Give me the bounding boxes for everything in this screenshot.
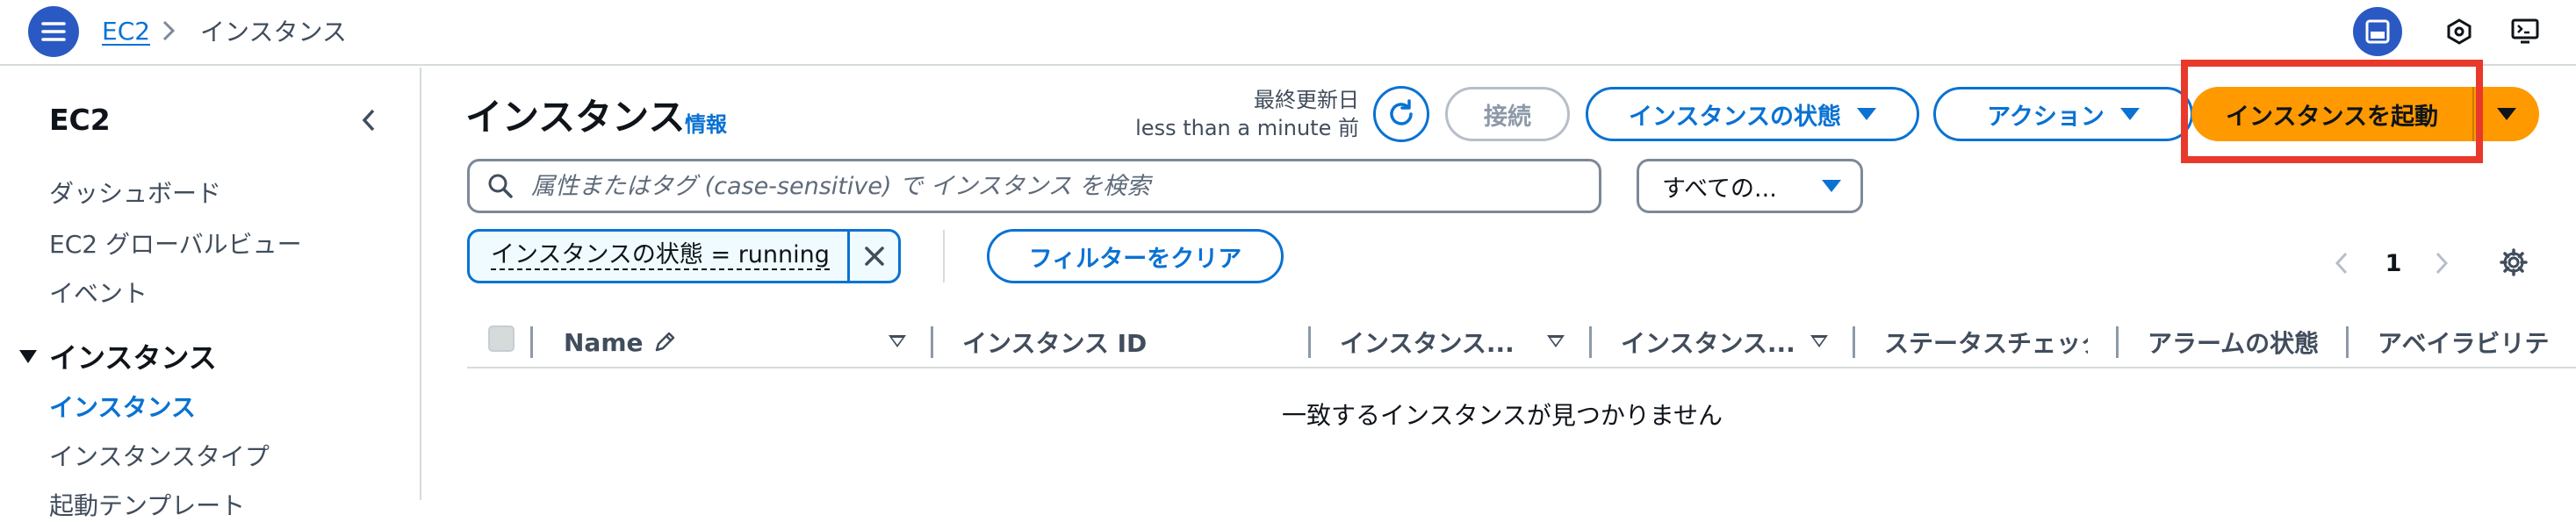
caret-down-icon xyxy=(2119,108,2140,120)
chevron-left-icon[interactable] xyxy=(351,103,386,138)
chevron-left-icon[interactable] xyxy=(2328,246,2355,281)
caret-down-icon[interactable] xyxy=(1547,335,1565,347)
info-link[interactable]: 情報 xyxy=(685,107,727,138)
page-number[interactable]: 1 xyxy=(2378,246,2409,281)
column-header-availability-zone[interactable]: アベイラビリテ xyxy=(2378,318,2576,367)
divider xyxy=(943,230,945,282)
screen-icon[interactable] xyxy=(2500,7,2550,56)
scope-select-value: すべての... xyxy=(1662,175,1777,203)
launch-dropdown-button[interactable] xyxy=(2472,87,2539,141)
column-header-instance-id[interactable]: インスタンス ID xyxy=(962,318,1252,367)
column-divider[interactable] xyxy=(1589,326,1592,358)
sidebar-title: EC2 xyxy=(49,103,111,137)
close-icon[interactable] xyxy=(847,232,898,281)
search-icon xyxy=(488,174,513,198)
caret-down-icon xyxy=(1856,108,1876,120)
actions-label: アクション xyxy=(1987,103,2105,131)
last-updated-label: 最終更新日 xyxy=(1254,88,1359,112)
refresh-icon xyxy=(1390,99,1413,125)
breadcrumb-ec2-link[interactable]: EC2 xyxy=(102,13,150,48)
column-divider[interactable] xyxy=(2116,326,2119,358)
caret-down-icon[interactable] xyxy=(889,335,906,347)
scope-select[interactable]: すべての... xyxy=(1637,159,1863,213)
sidebar-item-dashboard[interactable]: ダッシュボード xyxy=(49,175,221,210)
sidebar-section-label: インスタンス xyxy=(49,341,217,375)
instance-state-label: インスタンスの状態 xyxy=(1629,103,1841,131)
top-navigation-bar: EC2 インスタンス xyxy=(0,0,2576,66)
last-updated: 最終更新日 less than a minute 前 xyxy=(1135,86,1359,142)
panel-icon[interactable] xyxy=(2353,7,2402,56)
connect-button[interactable]: 接続 xyxy=(1445,87,1570,141)
actions-button[interactable]: アクション xyxy=(1933,87,2193,141)
filter-token-text: インスタンスの状態 = running xyxy=(491,241,830,270)
last-updated-value: less than a minute 前 xyxy=(1135,116,1359,140)
sidebar-section-instances[interactable]: インスタンス xyxy=(19,336,217,376)
caret-down-icon xyxy=(2497,108,2516,120)
column-header-name-label: Name xyxy=(564,327,644,357)
sidebar-item-instance-types[interactable]: インスタンスタイプ xyxy=(49,438,270,473)
breadcrumb-current: インスタンス xyxy=(200,18,347,46)
select-all-checkbox[interactable] xyxy=(488,325,514,352)
caret-down-icon[interactable] xyxy=(1810,335,1828,347)
column-divider[interactable] xyxy=(931,326,933,358)
filter-token-label[interactable]: インスタンスの状態 = running xyxy=(470,232,847,281)
column-divider[interactable] xyxy=(2346,326,2349,358)
sidebar-item-events[interactable]: イベント xyxy=(49,275,148,310)
caret-down-icon xyxy=(19,349,37,363)
search-input[interactable] xyxy=(531,172,1541,200)
chevron-right-icon xyxy=(160,13,177,48)
refresh-button[interactable] xyxy=(1373,86,1429,142)
sidebar-item-launch-templates[interactable]: 起動テンプレート xyxy=(49,487,245,522)
table-header: Name インスタンス ID インスタンス... インスタンス... ステータス… xyxy=(467,318,2576,368)
search-field[interactable] xyxy=(467,159,1601,213)
sidebar-item-global-view[interactable]: EC2 グローバルビュー xyxy=(49,225,302,261)
pencil-icon xyxy=(655,332,674,352)
column-header-status-check[interactable]: ステータスチェック xyxy=(1884,318,2088,367)
empty-state-message: 一致するインスタンスが見つかりません xyxy=(1282,401,1723,430)
column-header-name[interactable]: Name xyxy=(564,318,677,367)
hexagon-icon[interactable] xyxy=(2435,7,2484,56)
column-divider[interactable] xyxy=(1853,326,1855,358)
column-divider xyxy=(530,326,533,358)
launch-instances-split-button: インスタンスを起動 xyxy=(2191,87,2539,141)
column-header-instance-state[interactable]: インスタンス... xyxy=(1621,318,1796,367)
menu-icon[interactable] xyxy=(28,6,79,57)
column-divider[interactable] xyxy=(1308,326,1311,358)
filter-token[interactable]: インスタンスの状態 = running xyxy=(467,229,901,283)
caret-down-icon xyxy=(1822,180,1841,192)
launch-instances-button[interactable]: インスタンスを起動 xyxy=(2191,87,2472,141)
sidebar-item-instances[interactable]: インスタンス xyxy=(49,389,196,424)
page-title: インスタンス xyxy=(465,96,686,139)
side-navigation: EC2 ダッシュボード EC2 グローバルビュー イベント インスタンス インス… xyxy=(0,68,421,520)
clear-filters-button[interactable]: フィルターをクリア xyxy=(987,229,1284,283)
column-header-alarm-status[interactable]: アラームの状態 xyxy=(2148,318,2349,367)
settings-icon[interactable] xyxy=(2493,242,2534,282)
column-header-instance-type[interactable]: インスタンス... xyxy=(1340,318,1515,367)
instance-state-button[interactable]: インスタンスの状態 xyxy=(1586,87,1919,141)
chevron-right-icon[interactable] xyxy=(2428,246,2455,281)
